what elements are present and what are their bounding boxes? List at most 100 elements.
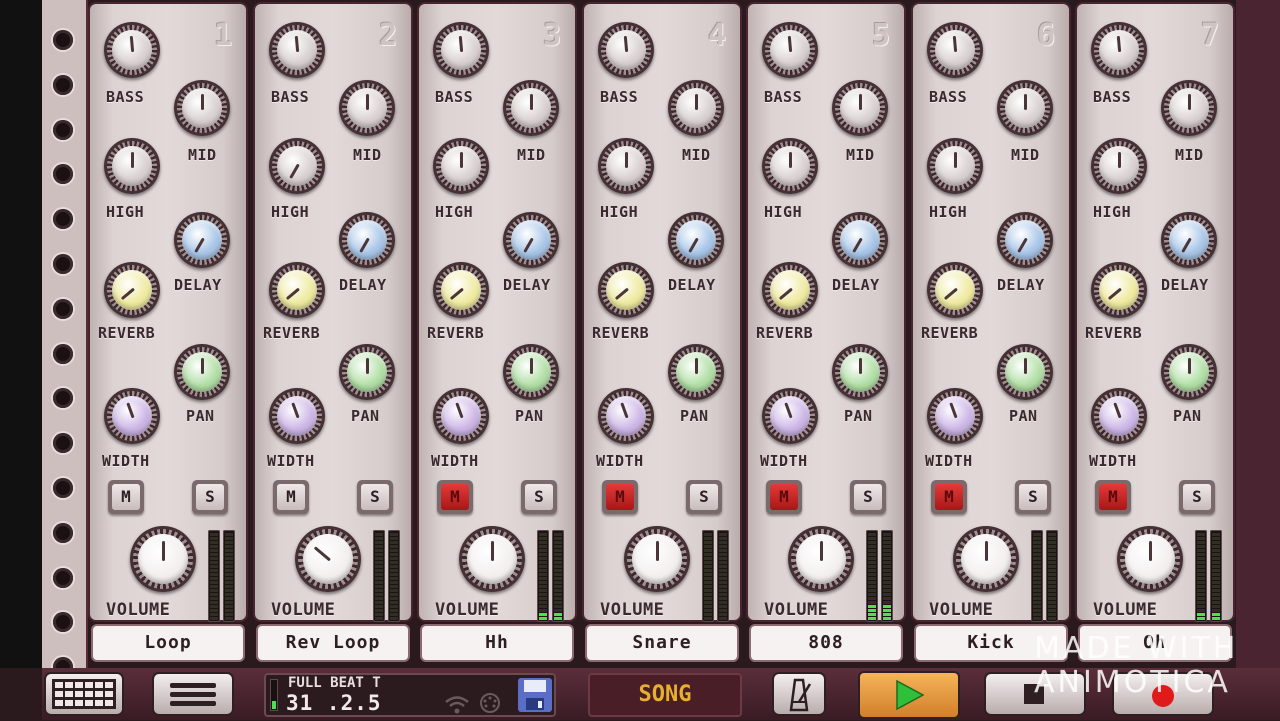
bass-knob[interactable] <box>598 22 654 78</box>
reverb-knob[interactable] <box>104 262 160 318</box>
save-button[interactable] <box>516 676 554 714</box>
mid-knob[interactable] <box>503 80 559 136</box>
bass-knob[interactable] <box>104 22 160 78</box>
meter-segment <box>210 605 218 608</box>
channel-name[interactable]: Hh <box>422 626 572 660</box>
reverb-knob[interactable] <box>433 262 489 318</box>
high-knob[interactable] <box>927 138 983 194</box>
meter-segment <box>883 545 891 548</box>
width-knob[interactable] <box>598 388 654 444</box>
delay-knob[interactable] <box>832 212 888 268</box>
play-button[interactable] <box>860 673 958 717</box>
width-knob[interactable] <box>762 388 818 444</box>
high-knob[interactable] <box>269 138 325 194</box>
pan-knob[interactable] <box>503 344 559 400</box>
meter-segment <box>210 533 218 536</box>
channel-name[interactable]: Loop <box>93 626 243 660</box>
volume-knob[interactable] <box>295 526 361 592</box>
bass-knob[interactable] <box>762 22 818 78</box>
mid-label: MID <box>1175 146 1204 164</box>
mid-knob[interactable] <box>339 80 395 136</box>
channel-name[interactable]: 808 <box>751 626 901 660</box>
solo-button[interactable]: S <box>357 480 393 514</box>
solo-button[interactable]: S <box>192 480 228 514</box>
channel-name[interactable]: Rev Loop <box>258 626 408 660</box>
high-knob[interactable] <box>762 138 818 194</box>
pan-knob[interactable] <box>997 344 1053 400</box>
width-knob[interactable] <box>1091 388 1147 444</box>
volume-knob[interactable] <box>788 526 854 592</box>
mid-knob[interactable] <box>832 80 888 136</box>
reverb-knob[interactable] <box>269 262 325 318</box>
pattern-grid-button[interactable] <box>46 674 122 714</box>
high-knob[interactable] <box>433 138 489 194</box>
reverb-label: REVERB <box>921 324 979 342</box>
width-knob[interactable] <box>104 388 160 444</box>
bass-knob[interactable] <box>1091 22 1147 78</box>
pan-knob[interactable] <box>339 344 395 400</box>
high-knob[interactable] <box>598 138 654 194</box>
meter-segment <box>390 581 398 584</box>
mute-button[interactable]: M <box>273 480 309 514</box>
volume-knob[interactable] <box>459 526 525 592</box>
bass-knob[interactable] <box>433 22 489 78</box>
reverb-knob[interactable] <box>762 262 818 318</box>
volume-knob[interactable] <box>624 526 690 592</box>
level-meter <box>1031 530 1043 622</box>
delay-knob-face <box>1005 220 1045 260</box>
meter-segment <box>719 617 727 620</box>
metronome-button[interactable] <box>774 674 824 714</box>
high-knob[interactable] <box>1091 138 1147 194</box>
meter-segment <box>390 593 398 596</box>
menu-button[interactable] <box>154 674 232 714</box>
delay-knob[interactable] <box>503 212 559 268</box>
mid-knob[interactable] <box>997 80 1053 136</box>
solo-button[interactable]: S <box>521 480 557 514</box>
meter-segment <box>375 609 383 612</box>
volume-knob[interactable] <box>130 526 196 592</box>
song-mode-button[interactable]: SONG <box>588 673 742 717</box>
mid-knob[interactable] <box>1161 80 1217 136</box>
delay-knob[interactable] <box>339 212 395 268</box>
delay-knob[interactable] <box>997 212 1053 268</box>
mute-button[interactable]: M <box>931 480 967 514</box>
knob-pointer <box>289 163 300 179</box>
meter-segment <box>1212 541 1220 544</box>
bass-knob[interactable] <box>269 22 325 78</box>
solo-button[interactable]: S <box>1015 480 1051 514</box>
pan-knob[interactable] <box>174 344 230 400</box>
bass-knob[interactable] <box>927 22 983 78</box>
reverb-knob[interactable] <box>1091 262 1147 318</box>
mute-button[interactable]: M <box>766 480 802 514</box>
solo-button[interactable]: S <box>850 480 886 514</box>
pan-knob[interactable] <box>832 344 888 400</box>
mute-button[interactable]: M <box>108 480 144 514</box>
width-knob[interactable] <box>433 388 489 444</box>
mute-button[interactable]: M <box>1095 480 1131 514</box>
delay-knob[interactable] <box>174 212 230 268</box>
solo-button[interactable]: S <box>1179 480 1215 514</box>
volume-knob[interactable] <box>1117 526 1183 592</box>
delay-knob[interactable] <box>668 212 724 268</box>
width-knob[interactable] <box>927 388 983 444</box>
mute-button[interactable]: M <box>602 480 638 514</box>
meter-segment <box>210 573 218 576</box>
volume-label: VOLUME <box>1093 600 1158 620</box>
mid-knob[interactable] <box>668 80 724 136</box>
solo-button[interactable]: S <box>686 480 722 514</box>
mute-button[interactable]: M <box>437 480 473 514</box>
channel-name[interactable]: Snare <box>587 626 737 660</box>
meter-segment <box>1048 561 1056 564</box>
pan-knob[interactable] <box>1161 344 1217 400</box>
meter-segment <box>868 549 876 552</box>
delay-knob[interactable] <box>1161 212 1217 268</box>
high-knob[interactable] <box>104 138 160 194</box>
meter-segment <box>375 597 383 600</box>
reverb-knob[interactable] <box>927 262 983 318</box>
pan-knob[interactable] <box>668 344 724 400</box>
meter-segment <box>1048 553 1056 556</box>
volume-knob[interactable] <box>953 526 1019 592</box>
width-knob[interactable] <box>269 388 325 444</box>
mid-knob[interactable] <box>174 80 230 136</box>
reverb-knob[interactable] <box>598 262 654 318</box>
